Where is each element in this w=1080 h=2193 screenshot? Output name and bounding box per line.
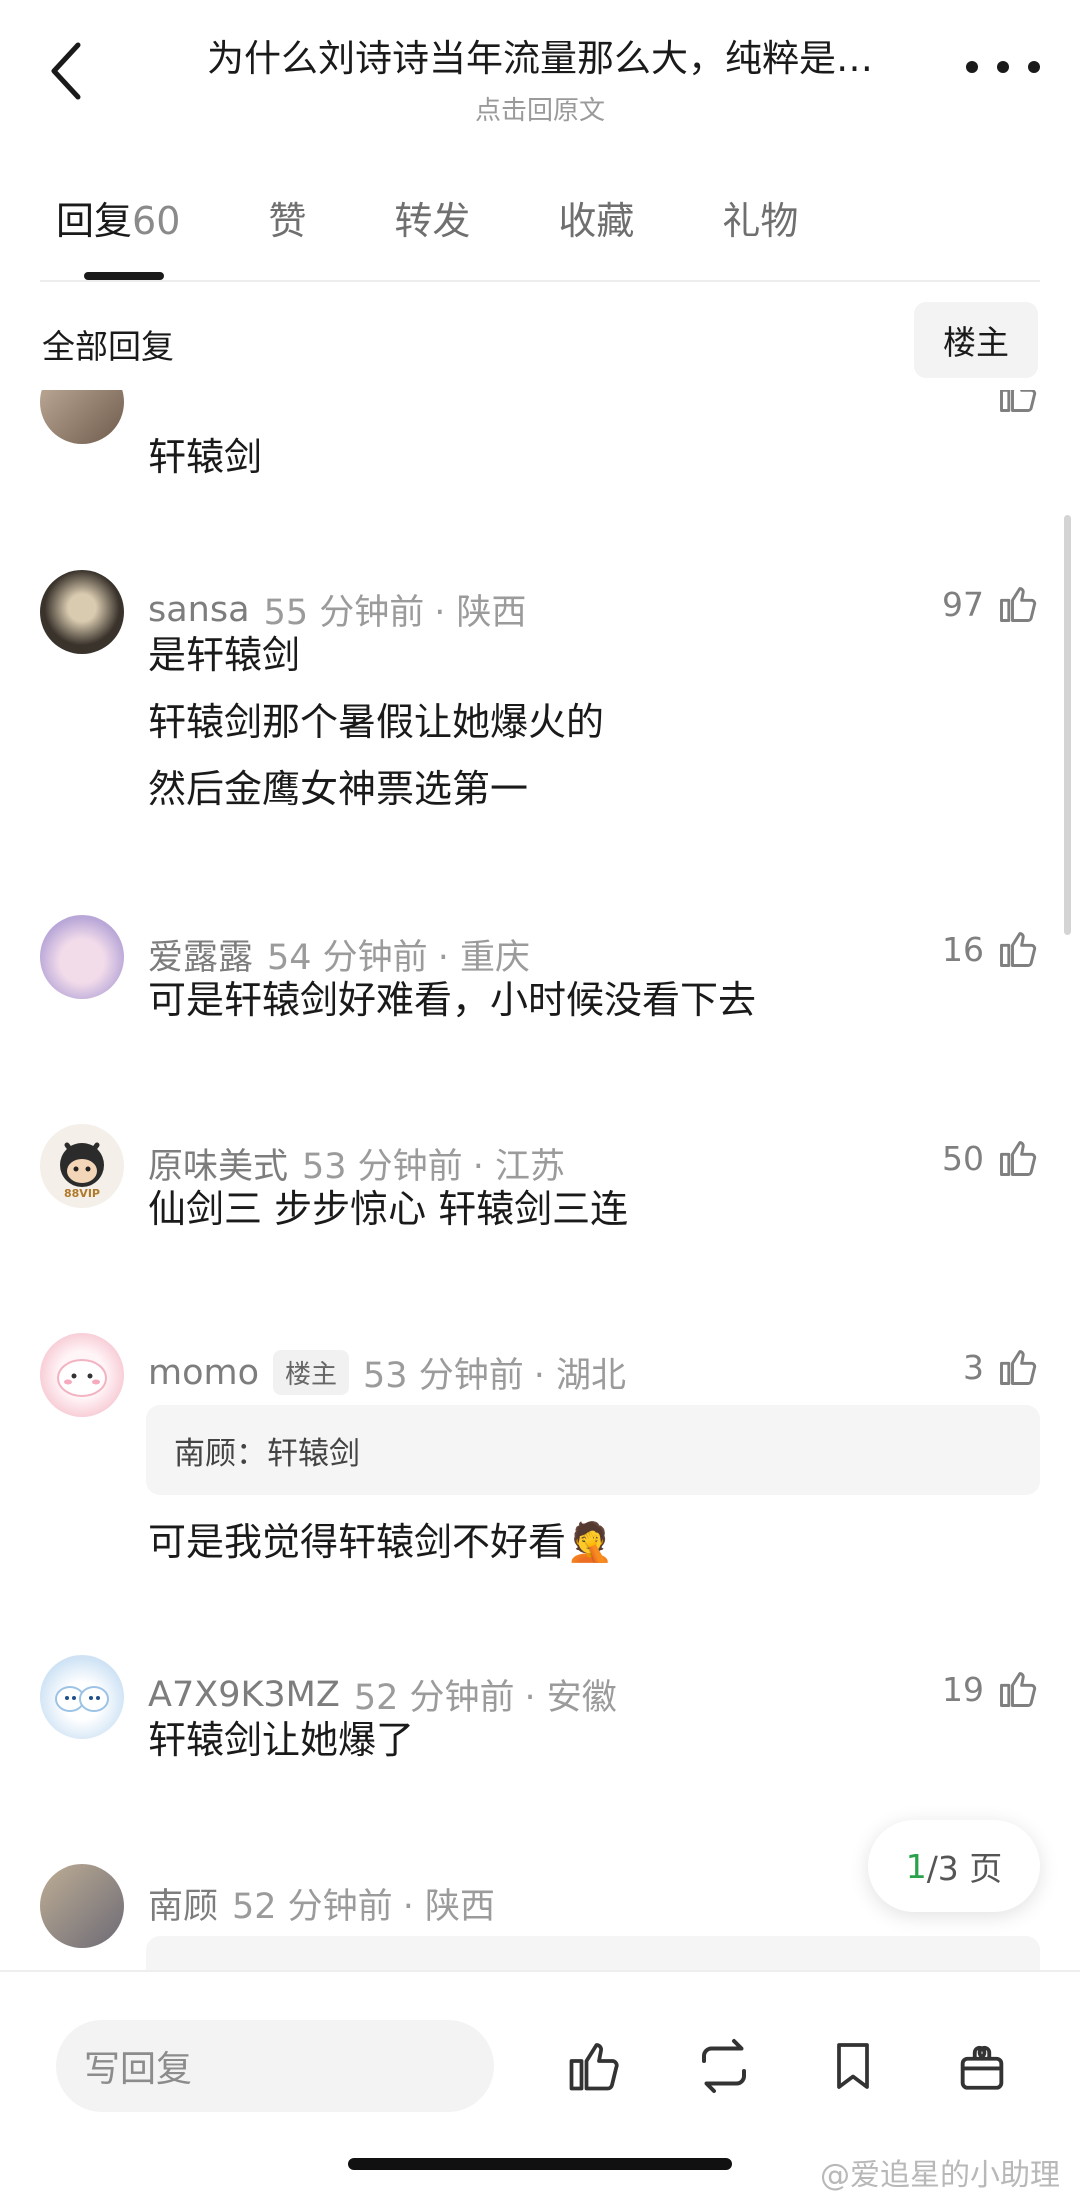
comment-text: 轩辕剑 [148, 435, 263, 479]
comment-line: 是轩辕剑 [148, 633, 301, 677]
timestamp: 53 分钟前 [363, 1356, 524, 1396]
avatar[interactable]: 88VIP [40, 1124, 124, 1208]
like-count: 16 [942, 929, 984, 969]
like-button[interactable] [996, 390, 1040, 416]
quoted-reply[interactable]: 南顾：轩辕剑 [146, 1405, 1040, 1495]
tab-reposts[interactable]: 转发 [394, 190, 470, 280]
repost-icon[interactable] [686, 2028, 762, 2104]
location: · 陕西 [402, 1887, 495, 1927]
active-tab-indicator [84, 272, 164, 280]
tab-replies-label: 回复 [56, 199, 133, 243]
thumbs-up-icon [1000, 932, 1037, 967]
back-to-original-link[interactable]: 点击回原文 [150, 90, 930, 127]
comment-line: 然后金鹰女神票选第一 [148, 767, 529, 811]
like-button[interactable]: 16 [942, 927, 1040, 971]
header[interactable]: 为什么刘诗诗当年流量那么大，纯粹是… 点击回原文 [150, 28, 930, 127]
back-arrow-icon [51, 42, 81, 100]
facepalm-emoji-icon: 🤦 [566, 1520, 614, 1564]
tab-likes[interactable]: 赞 [268, 190, 306, 280]
like-count: 50 [942, 1138, 984, 1178]
thumbs-up-icon [1000, 1350, 1037, 1385]
avatar[interactable] [40, 915, 124, 999]
comment-line: 可是我觉得轩辕剑不好看 [148, 1520, 567, 1564]
tab-bar: 回复60 赞 转发 收藏 礼物 [56, 190, 886, 280]
like-button[interactable]: 3 [963, 1345, 1040, 1389]
divider [40, 280, 1040, 282]
quoted-reply[interactable] [146, 1936, 1040, 1970]
like-button[interactable]: 19 [942, 1667, 1040, 1711]
thumbs-up-icon [1000, 587, 1037, 622]
comment-meta: momo 楼主 53 分钟前 · 湖北 [148, 1347, 626, 1398]
op-only-button[interactable]: 楼主 [914, 302, 1038, 378]
comment-text: 可是我觉得轩辕剑不好看🤦 [148, 1509, 613, 1576]
page-indicator[interactable]: 1/3 页 [868, 1820, 1040, 1912]
tab-replies-count: 60 [132, 199, 181, 243]
comment-text: 是轩辕剑 轩辕剑那个暑假让她爆火的 然后金鹰女神票选第一 [148, 622, 604, 823]
comment-meta: 南顾 52 分钟前 · 陕西 [148, 1878, 495, 1929]
scrollbar[interactable] [1064, 515, 1071, 935]
like-count: 19 [942, 1669, 984, 1709]
avatar-badge: 88VIP [64, 1187, 100, 1200]
avatar-character-icon [55, 1686, 109, 1712]
username[interactable]: 南顾 [148, 1878, 218, 1929]
avatar[interactable] [40, 1655, 124, 1739]
like-button[interactable]: 50 [942, 1136, 1040, 1180]
gift-icon[interactable] [944, 2028, 1020, 2104]
thumbs-up-icon [1000, 1141, 1037, 1176]
page-title: 为什么刘诗诗当年流量那么大，纯粹是… [207, 37, 873, 80]
location: · 湖北 [533, 1356, 626, 1396]
thumbs-up-icon [1000, 1672, 1037, 1707]
tab-favorites[interactable]: 收藏 [558, 190, 634, 280]
current-page: 1 [905, 1846, 927, 1886]
filter-label[interactable]: 全部回复 [42, 320, 174, 368]
like-button[interactable]: 97 [942, 582, 1040, 626]
total-pages: /3 页 [926, 1849, 1003, 1888]
tab-gifts[interactable]: 礼物 [722, 190, 798, 280]
thumbs-up-icon [1000, 390, 1037, 412]
comment-text: 轩辕剑让她爆了 [148, 1718, 415, 1762]
more-icon[interactable] [966, 52, 1040, 82]
tab-replies[interactable]: 回复60 [56, 190, 180, 280]
op-badge: 楼主 [273, 1350, 350, 1395]
comment-text: 仙剑三 步步惊心 轩辕剑三连 [148, 1187, 629, 1231]
reply-input[interactable]: 写回复 [56, 2020, 494, 2112]
avatar[interactable] [40, 1333, 124, 1417]
watermark: @爱追星的小助理 [820, 2158, 1060, 2193]
location: · 安徽 [524, 1678, 617, 1718]
avatar[interactable] [40, 570, 124, 654]
thumbs-up-icon[interactable] [556, 2028, 632, 2104]
comment-line: 轩辕剑那个暑假让她爆火的 [148, 700, 605, 744]
back-button[interactable] [36, 36, 96, 106]
comment-list[interactable]: 轩辕剑 sansa 55 分钟前 · 陕西 97 是轩辕剑 轩辕剑那个暑假让她爆… [0, 390, 1080, 1970]
timestamp: 52 分钟前 [232, 1887, 393, 1927]
avatar[interactable] [40, 1864, 124, 1948]
comment-text: 可是轩辕剑好难看，小时候没看下去 [148, 978, 757, 1022]
like-count: 3 [963, 1347, 984, 1387]
bookmark-icon[interactable] [815, 2028, 891, 2104]
avatar-character-icon [57, 1359, 107, 1397]
home-indicator [348, 2158, 732, 2170]
username[interactable]: momo [148, 1353, 259, 1393]
like-count: 97 [942, 584, 984, 624]
avatar[interactable] [40, 390, 124, 444]
